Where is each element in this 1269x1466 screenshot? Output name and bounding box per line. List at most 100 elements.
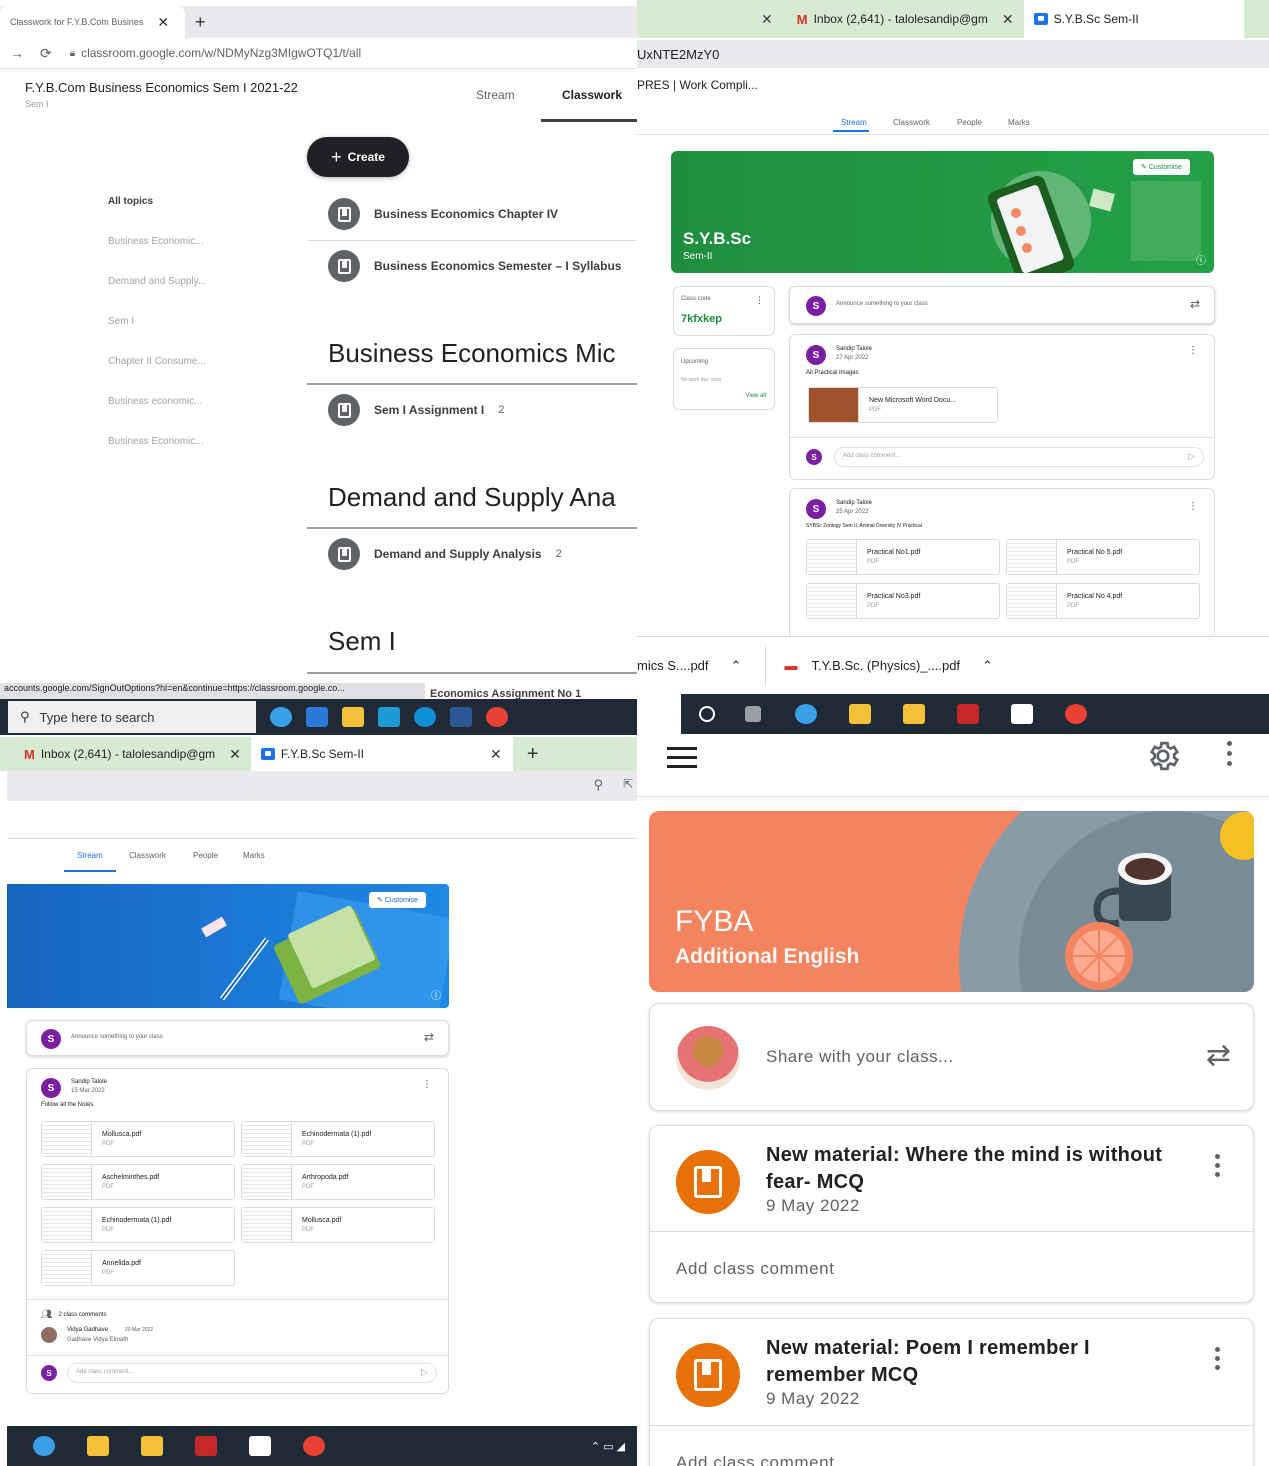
tab-stream[interactable]: Stream — [841, 118, 867, 127]
chevron-up-icon[interactable]: ⌃ — [731, 658, 742, 674]
attachment[interactable]: Practical No1.pdf PDF — [806, 539, 1000, 575]
announce-box[interactable]: S Announce something to your class ⇄ — [26, 1020, 449, 1056]
attachment[interactable]: Mollusca.pdf PDF — [41, 1121, 235, 1157]
forward-icon[interactable]: → — [10, 45, 24, 61]
customise-button[interactable]: ✎ Customise — [369, 892, 426, 908]
mail-icon[interactable] — [249, 1436, 271, 1456]
material-item[interactable]: Demand and Supply Analysis 2 — [328, 538, 562, 570]
material-post[interactable]: New material: Poem I remember I remember… — [649, 1318, 1254, 1466]
new-tab-button[interactable]: + — [185, 12, 216, 33]
word-icon[interactable] — [450, 707, 472, 727]
url-text[interactable]: classroom.google.com/w/NDMyNzg3MIgwOTQ1/… — [81, 46, 361, 60]
taskbar-search[interactable]: ⚲ Type here to search — [8, 701, 256, 733]
chrome-icon[interactable] — [303, 1436, 325, 1456]
material-post[interactable]: New material: Where the mind is without … — [649, 1125, 1254, 1303]
more-vert-icon[interactable] — [1227, 741, 1233, 766]
address-bar[interactable]: UxNTE2MzY0 — [637, 40, 1269, 68]
download-item[interactable]: T.Y.B.Sc. (Physics)_....pdf — [811, 658, 960, 673]
tab-stream[interactable]: Stream — [77, 851, 103, 860]
tab-class[interactable]: S.Y.B.Sc Sem-II — [1023, 0, 1244, 38]
close-icon[interactable]: ✕ — [157, 14, 169, 31]
material-item[interactable]: Business Economics Chapter IV — [328, 198, 558, 230]
tab-marks[interactable]: Marks — [1008, 118, 1030, 127]
store-icon[interactable] — [306, 707, 328, 727]
system-tray-icon[interactable]: ⌃ ▭ ◢ — [591, 1440, 625, 1453]
attachment[interactable]: Aschelminthes.pdf PDF — [41, 1164, 235, 1200]
comment-input[interactable]: Add class comment... ▷ — [67, 1363, 437, 1383]
close-icon[interactable]: ✕ — [1002, 11, 1014, 28]
reload-icon[interactable]: ⟳ — [40, 45, 52, 62]
attachment[interactable]: Practical No3.pdf PDF — [806, 583, 1000, 619]
attachment[interactable]: New Microsoft Word Docu... PDF — [808, 387, 998, 423]
edge-icon[interactable] — [33, 1436, 55, 1456]
url-text[interactable]: UxNTE2MzY0 — [637, 47, 719, 62]
tab-people[interactable]: People — [193, 851, 218, 860]
attachment[interactable]: Arthropoda.pdf PDF — [241, 1164, 435, 1200]
close-icon[interactable]: ✕ — [490, 746, 502, 763]
attachment[interactable]: Echinodermata (1).pdf PDF — [241, 1121, 435, 1157]
send-icon[interactable]: ▷ — [421, 1367, 428, 1378]
announce-box[interactable]: S Announce something to your class ⇄ — [789, 286, 1215, 324]
tab-classwork[interactable]: Classwork for F.Y.B.Com Busines ✕ — [0, 6, 185, 38]
tab-classwork-nav[interactable]: Classwork — [562, 88, 622, 102]
topic-item[interactable]: Business Economic... — [108, 236, 204, 247]
assignment-item[interactable]: Sem I Assignment I 2 — [328, 394, 504, 426]
view-all-link[interactable]: View all — [745, 393, 766, 399]
store-icon[interactable] — [903, 704, 925, 724]
comments-toggle[interactable]: 👥︎ 2 class comments — [41, 1309, 106, 1320]
tab-classwork[interactable]: Classwork — [129, 851, 166, 860]
attachment[interactable]: Echinodermata (1).pdf PDF — [41, 1207, 235, 1243]
more-icon[interactable]: ⋮ — [755, 295, 764, 306]
edge-icon[interactable] — [270, 707, 292, 727]
more-icon[interactable]: ⋮ — [422, 1079, 432, 1090]
comment-input[interactable]: Add class comment — [676, 1259, 835, 1279]
create-button[interactable]: + Create — [307, 137, 409, 177]
cortana-icon[interactable] — [414, 707, 436, 727]
close-icon[interactable]: ✕ — [229, 746, 241, 763]
camera-icon[interactable] — [195, 1436, 217, 1456]
topic-item[interactable]: Business economic... — [108, 396, 203, 407]
topic-item[interactable]: Business Economic... — [108, 436, 204, 447]
attachment[interactable]: Practical No 4.pdf PDF — [1006, 583, 1200, 619]
more-icon[interactable]: ⋮ — [1188, 501, 1198, 512]
comment-input[interactable]: Add class comment... ▷ — [834, 447, 1204, 467]
chrome-icon[interactable] — [486, 707, 508, 727]
more-icon[interactable]: ⋮ — [1188, 345, 1198, 356]
zoom-icon[interactable]: ⚲ — [593, 777, 603, 793]
topic-all[interactable]: All topics — [108, 196, 153, 207]
class-code[interactable]: 7kfxkep — [681, 313, 722, 325]
topic-item[interactable]: Chapter II Consume... — [108, 356, 206, 367]
tab-classwork[interactable]: Classwork — [893, 118, 930, 127]
folder-icon[interactable] — [342, 707, 364, 727]
repost-icon[interactable]: ⇄ — [1190, 297, 1200, 311]
attachment[interactable]: Mollusca.pdf PDF — [241, 1207, 435, 1243]
edge-icon[interactable] — [795, 704, 817, 724]
attachment[interactable]: Practical No 5.pdf PDF — [1006, 539, 1200, 575]
material-item[interactable]: Business Economics Semester – I Syllabus — [328, 250, 621, 282]
download-item[interactable]: mics S....pdf — [637, 658, 709, 673]
repost-icon[interactable]: ⇄ — [424, 1030, 434, 1044]
send-icon[interactable]: ▷ — [1188, 451, 1195, 462]
store-icon[interactable] — [141, 1436, 163, 1456]
info-icon[interactable]: ⓘ — [1196, 252, 1206, 267]
task-view-icon[interactable] — [745, 706, 761, 722]
info-icon[interactable]: ⓘ — [431, 987, 441, 1002]
tab-stream[interactable]: Stream — [476, 88, 515, 102]
close-icon[interactable]: ✕ — [761, 11, 773, 28]
more-vert-icon[interactable] — [1215, 1347, 1221, 1374]
new-tab-button[interactable]: + — [513, 743, 553, 766]
tab-people[interactable]: People — [957, 118, 982, 127]
address-bar[interactable]: ⚲ ⇱ — [7, 771, 637, 801]
folder-icon[interactable] — [849, 704, 871, 724]
folder-icon[interactable] — [87, 1436, 109, 1456]
share-box[interactable]: Share with your class... ⇄ — [649, 1003, 1254, 1111]
camera-icon[interactable] — [957, 704, 979, 724]
customise-button[interactable]: ✎ Customise — [1133, 159, 1190, 175]
tab-gmail[interactable]: M Inbox (2,641) - talolesandip@gm ✕ — [787, 0, 1024, 38]
address-bar[interactable]: → ⟳ 🔒︎ classroom.google.com/w/NDMyNzg3MI… — [0, 40, 637, 66]
cortana-icon[interactable] — [699, 706, 715, 722]
comment-input[interactable]: Add class comment — [676, 1453, 835, 1466]
tab-gmail[interactable]: M Inbox (2,641) - talolesandip@gm ✕ — [14, 737, 251, 771]
tab-class[interactable]: F.Y.B.Sc Sem-II ✕ — [250, 737, 513, 771]
chevron-up-icon[interactable]: ⌃ — [982, 658, 993, 674]
